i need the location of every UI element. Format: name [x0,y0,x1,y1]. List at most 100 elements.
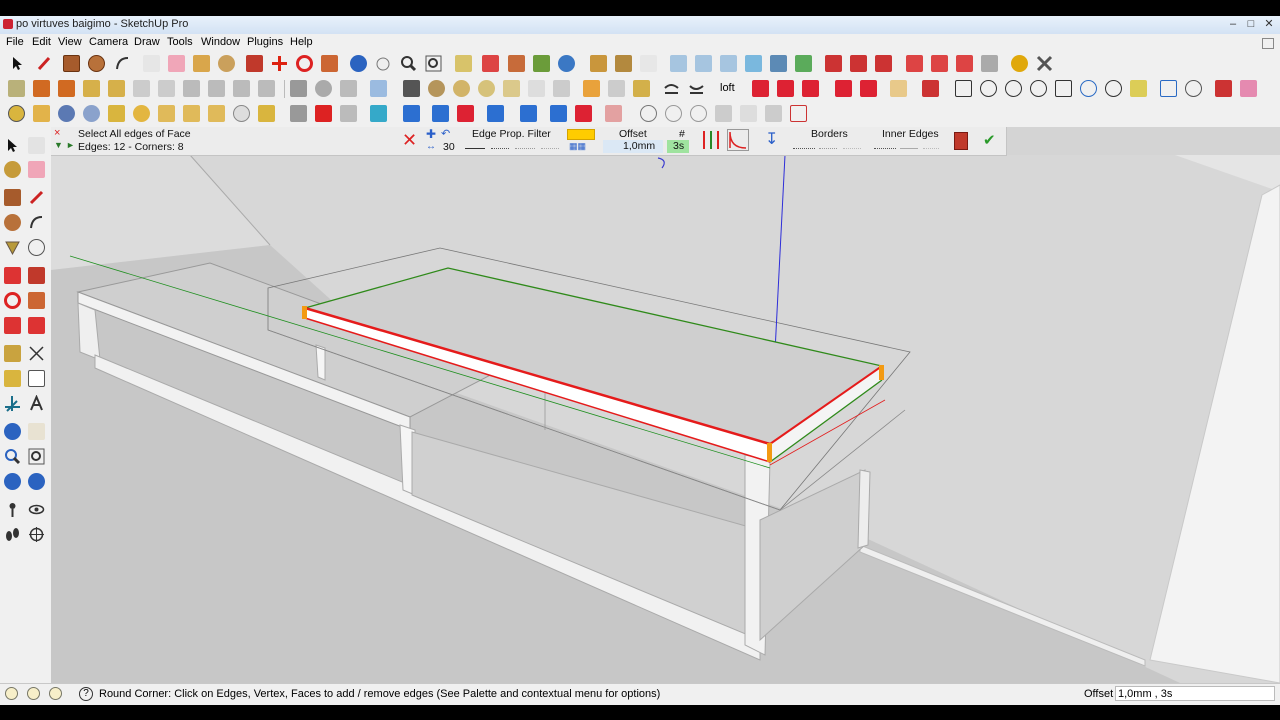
rectangle-tool-icon[interactable] [63,55,80,72]
row3-tool-17-icon[interactable] [457,105,474,122]
iso-view-icon[interactable] [670,55,687,72]
row2-tool-44-icon[interactable] [1240,80,1257,97]
row3-tool-14-icon[interactable] [370,105,387,122]
row3-tool-15-icon[interactable] [403,105,420,122]
row3-tool-2-icon[interactable] [33,105,50,122]
row3-tool-18-icon[interactable] [487,105,504,122]
borders-dotted-line[interactable] [793,148,815,149]
row2-tool-33-icon[interactable] [955,80,972,97]
pan-icon[interactable] [28,423,45,440]
selection-mode-label[interactable]: Select All edges of Face [78,128,191,140]
zoom-extents-icon[interactable] [4,473,21,490]
geolocation-icon[interactable] [558,55,575,72]
axes-icon[interactable] [4,395,21,412]
borders-dotted-line-3[interactable] [843,148,861,149]
row3-tool-27-icon[interactable] [740,105,757,122]
filter-dotted-line-3[interactable] [541,148,559,149]
swatch-options-icon[interactable]: ▦▦ [569,141,586,152]
row3-tool-7-icon[interactable] [183,105,200,122]
close-icon[interactable]: ✕ [1260,17,1278,31]
components-icon[interactable] [590,55,607,72]
borders-dotted-line-2[interactable] [819,148,837,149]
restore-document-icon[interactable] [1262,38,1274,49]
loft-button[interactable]: loft [720,82,735,94]
row3-tool-12-icon[interactable] [315,105,332,122]
profile-curve-icon[interactable] [727,129,749,151]
row3-tool-8-icon[interactable] [208,105,225,122]
row2-tool-26-icon[interactable] [752,80,769,97]
move-icon[interactable] [4,267,21,284]
3d-viewport[interactable] [51,127,1280,683]
eraser-tool-icon[interactable] [168,55,185,72]
row2-tool-24-icon[interactable] [663,80,680,97]
geolocation-status-icon[interactable] [5,687,18,700]
edge-prop-filter-label[interactable]: Edge Prop. Filter [472,128,551,140]
plugin-a-icon[interactable] [825,55,842,72]
tape-measure-icon[interactable] [4,345,21,362]
3d-text-icon[interactable] [28,394,45,412]
paint-bucket-icon[interactable] [218,55,235,72]
previous-view-icon[interactable] [28,473,45,490]
down-arrow-icon[interactable]: ↧ [765,129,778,149]
plugin-f-icon[interactable] [956,55,973,72]
select-arrow-icon[interactable] [4,137,21,154]
row2-tool-36-icon[interactable] [1030,80,1047,97]
row2-tool-2-icon[interactable] [33,80,50,97]
menu-draw[interactable]: Draw [134,36,160,48]
row2-tool-38-icon[interactable] [1080,80,1097,97]
row2-tool-28-icon[interactable] [802,80,819,97]
tools-icon[interactable] [1036,55,1053,72]
menu-edit[interactable]: Edit [32,36,51,48]
row2-tool-20-icon[interactable] [503,80,520,97]
right-view-icon[interactable] [745,55,762,72]
row2-tool-17-icon[interactable] [428,80,445,97]
push-pull-icon[interactable] [28,267,45,284]
row3-tool-26-icon[interactable] [715,105,732,122]
row3-tool-4-icon[interactable] [108,105,125,122]
row2-tool-30-icon[interactable] [860,80,877,97]
row3-tool-29-icon[interactable] [790,105,807,122]
menu-tools[interactable]: Tools [167,36,193,48]
walk-icon[interactable] [4,526,21,543]
minimize-icon[interactable]: – [1224,17,1242,31]
maximize-icon[interactable]: □ [1242,17,1260,31]
plugin-b-icon[interactable] [850,55,867,72]
row2-tool-43-icon[interactable] [1215,80,1232,97]
row2-tool-23-icon[interactable] [633,80,650,97]
lock-icon[interactable] [553,80,570,97]
add-scene-icon[interactable] [482,55,499,72]
user-status-icon[interactable] [49,687,62,700]
segments-value[interactable]: 30 [443,141,455,153]
row2-tool-18-icon[interactable] [453,80,470,97]
exit-tool-icon[interactable] [954,132,968,150]
follow-me-icon[interactable] [28,292,45,309]
row2-tool-39-icon[interactable] [1105,80,1122,97]
row3-tool-23-icon[interactable] [640,105,657,122]
row2-tool-14-icon[interactable] [340,80,357,97]
offset-field[interactable]: 1,0mm [603,140,663,153]
row2-tool-27-icon[interactable] [777,80,794,97]
arc-icon[interactable] [28,214,45,231]
inner-edges-solid-line[interactable] [900,148,918,149]
row2-tool-15-icon[interactable] [370,80,387,97]
filter-dotted-line-2[interactable] [515,148,535,149]
menu-camera[interactable]: Camera [89,36,128,48]
row3-tool-1-icon[interactable] [8,105,25,122]
front-view-icon[interactable] [720,55,737,72]
section-plane-icon[interactable] [28,526,45,543]
materials-icon[interactable] [615,55,632,72]
row2-tool-35-icon[interactable] [1005,80,1022,97]
row2-tool-16-icon[interactable] [403,80,420,97]
row3-tool-11-icon[interactable] [290,105,307,122]
row2-tool-31-icon[interactable] [890,80,907,97]
protractor-icon[interactable] [4,370,21,387]
row2-tool-11-icon[interactable] [258,80,275,97]
eraser-icon[interactable] [28,161,45,178]
segments-count-field[interactable]: 3s [667,140,689,153]
menu-file[interactable]: File [6,36,24,48]
row3-tool-25-icon[interactable] [690,105,707,122]
filter-solid-line[interactable] [465,148,485,149]
row3-tool-16-icon[interactable] [432,105,449,122]
cancel-x-icon[interactable]: ✕ [402,131,417,149]
rotate-icon[interactable] [4,292,21,309]
